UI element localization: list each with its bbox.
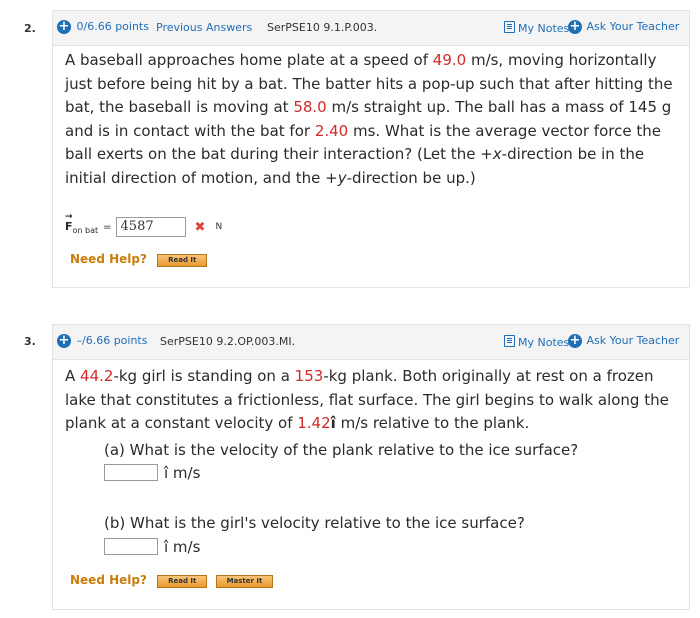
force-answer-row: → Fon bat = 4587 ✖ N: [65, 211, 223, 237]
question-code: SerPSE10 9.2.OP.003.MI.: [160, 335, 296, 348]
need-help-row: Need Help? Read It Master It: [70, 573, 274, 588]
incorrect-x-icon: ✖: [194, 219, 206, 235]
master-it-button[interactable]: Master It: [215, 575, 274, 588]
question-2-header: + 0/6.66 points Previous Answers SerPSE1…: [53, 11, 689, 46]
part-b-answer-row: î m/s: [104, 537, 200, 557]
part-a-answer-row: î m/s: [104, 463, 200, 483]
read-it-button[interactable]: Read It: [157, 575, 208, 588]
question-number: 3.: [24, 335, 36, 348]
force-unit: N: [215, 222, 223, 232]
my-notes-link[interactable]: My Notes: [504, 21, 569, 36]
part-b-input[interactable]: [104, 538, 158, 555]
read-it-button[interactable]: Read It: [157, 254, 208, 267]
question-code: SerPSE10 9.1.P.003.: [267, 21, 378, 34]
ask-teacher-link[interactable]: + Ask Your Teacher: [568, 334, 679, 348]
ask-teacher-link[interactable]: + Ask Your Teacher: [568, 20, 679, 34]
question-3-header: + –/6.66 points SerPSE10 9.2.OP.003.MI. …: [53, 325, 689, 360]
need-help-row: Need Help? Read It: [70, 252, 208, 267]
points-status: + 0/6.66 points: [57, 19, 149, 34]
question-2-text: A baseball approaches home plate at a sp…: [65, 51, 673, 187]
expand-plus-icon[interactable]: +: [57, 334, 71, 348]
force-vector-label: → Fon bat: [65, 211, 99, 235]
question-number: 2.: [24, 22, 36, 35]
expand-plus-icon[interactable]: +: [57, 20, 71, 34]
my-notes-link[interactable]: My Notes: [504, 335, 569, 350]
question-3-text: A 44.2-kg girl is standing on a 153-kg p…: [65, 367, 669, 432]
part-b-question: (b) What is the girl's velocity relative…: [104, 514, 525, 532]
force-answer-input[interactable]: 4587: [115, 217, 186, 237]
part-a-question: (a) What is the velocity of the plank re…: [104, 441, 579, 459]
points-status: + –/6.66 points: [57, 333, 148, 348]
ask-plus-icon: +: [568, 19, 582, 34]
notes-icon: [504, 335, 515, 347]
part-a-input[interactable]: [104, 464, 158, 481]
ask-plus-icon: +: [568, 333, 582, 348]
notes-icon: [504, 21, 515, 33]
previous-answers-link[interactable]: Previous Answers: [156, 21, 252, 35]
